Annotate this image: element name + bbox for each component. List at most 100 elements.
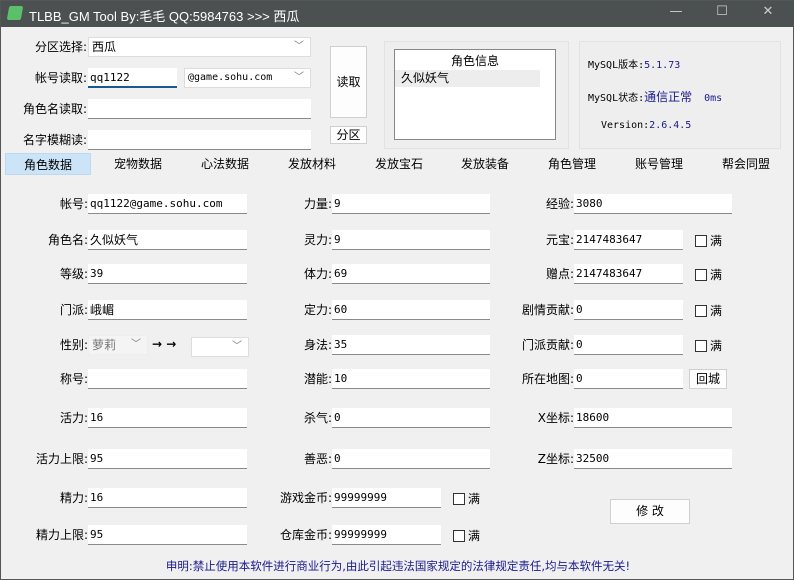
chevron-down-icon: ﹀ [131,339,141,350]
field-label: 活力上限: [35,452,88,466]
tab-4[interactable]: 发放宝石 [356,153,442,175]
field-input[interactable]: 95 [88,525,247,545]
checkbox-label: 满 [468,492,481,506]
field-input[interactable]: 久似妖气 [88,230,247,250]
full-checkbox[interactable]: 满 [695,234,722,248]
field-input[interactable]: 18600 [574,408,732,428]
checkbox-box[interactable] [695,340,707,352]
field-label: 游戏金币: [279,491,332,505]
full-checkbox[interactable]: 满 [695,339,722,353]
field-label: 等级: [59,267,88,281]
field-input[interactable]: qq1122@game.sohu.com [88,194,247,214]
field-label: 赠点: [545,267,574,281]
field-label: 精力上限: [35,528,88,542]
chevron-down-icon: ﹀ [294,41,304,52]
tab-8[interactable]: 帮会同盟 [703,153,789,175]
title-bar: TLBB_GM Tool By:毛毛 QQ:5984763 >>> 西瓜 — ☐… [1,1,794,27]
app-logo-icon [6,6,24,20]
field-input[interactable]: 39 [88,264,247,284]
arrow-icon: → → [152,337,177,351]
account-input[interactable]: qq1122 [88,68,177,88]
tab-6[interactable]: 角色管理 [529,153,615,175]
zone-select[interactable]: 西瓜 ﹀ [88,37,311,57]
domain-select[interactable]: @game.sohu.com ﹀ [184,68,311,88]
field-label: 称号: [59,372,88,386]
field-input[interactable]: 2147483647 [574,264,683,284]
zone-button[interactable]: 分区 [330,126,367,144]
field-label: 剧情贡献: [521,303,574,317]
return-city-button[interactable]: 回城 [689,369,727,389]
field-input[interactable]: 0 [332,408,490,428]
tab-2[interactable]: 心法数据 [182,153,268,175]
tab-0[interactable]: 角色数据 [5,153,91,175]
disclaimer-text: 申明:禁止使用本软件进行商业行为,由此引起违法国家规定的法律规定责任,均与本软件… [165,559,631,573]
field-label: 定力: [303,303,332,317]
field-label: 灵力: [303,233,332,247]
tab-5[interactable]: 发放装备 [442,153,528,175]
mysql-status-label: MySQL状态: [588,93,645,104]
new-gender-select[interactable]: ﹀ [191,337,249,357]
modify-button[interactable]: 修 改 [610,499,690,524]
role-list[interactable]: 角色信息 久似妖气 [394,49,556,140]
tab-7[interactable]: 账号管理 [616,153,702,175]
mysql-ping: 0ms [704,93,723,104]
checkbox-box[interactable] [695,305,707,317]
role-list-item[interactable]: 久似妖气 [395,70,540,87]
field-label: 体力: [303,267,332,281]
field-label: 仓库金币: [279,528,332,542]
field-input[interactable]: 99999999 [332,525,441,545]
field-input[interactable]: 32500 [574,449,732,469]
field-input[interactable]: 9 [332,194,490,214]
full-checkbox[interactable]: 满 [695,268,722,282]
field-input[interactable]: 16 [88,488,247,508]
mysql-version-label: MySQL版本: [588,60,645,71]
field-input[interactable]: 95 [88,449,247,469]
tab-1[interactable]: 宠物数据 [95,153,181,175]
checkbox-box[interactable] [453,493,465,505]
field-label: Z坐标: [537,452,574,466]
field-input[interactable]: 0 [574,335,683,355]
full-checkbox[interactable]: 满 [695,304,722,318]
field-label: 身法: [303,338,332,352]
field-input[interactable]: 3080 [574,194,732,214]
field-label: 杀气: [303,411,332,425]
chevron-down-icon: ﹀ [294,72,304,83]
fuzzy-name-input[interactable] [88,130,311,150]
field-label: 精力: [59,491,88,505]
gender-value: 萝莉 [92,338,117,352]
field-label: 帐号: [59,197,88,211]
close-button[interactable]: ✕ [753,4,783,24]
checkbox-label: 满 [710,234,723,248]
field-input[interactable]: 60 [332,300,490,320]
field-input[interactable]: 0 [574,369,683,389]
window-title: TLBB_GM Tool By:毛毛 QQ:5984763 >>> 西瓜 [29,9,300,24]
full-checkbox[interactable]: 满 [453,529,480,543]
checkbox-label: 满 [710,268,723,282]
field-input[interactable]: 35 [332,335,490,355]
field-input[interactable]: 0 [574,300,683,320]
field-input[interactable]: 10 [332,369,490,389]
read-button[interactable]: 读取 [330,46,367,118]
checkbox-box[interactable] [695,269,707,281]
checkbox-box[interactable] [453,530,465,542]
field-input[interactable]: 69 [332,264,490,284]
field-input[interactable] [88,369,247,389]
fuzzy-label: 名字模糊读: [22,133,87,147]
field-input[interactable]: 99999999 [332,488,441,508]
minimize-button[interactable]: — [661,4,691,24]
maximize-button[interactable]: ☐ [707,4,737,24]
account-label: 帐号读取: [34,71,87,85]
field-label: 经验: [545,197,574,211]
field-input[interactable]: 0 [332,449,490,469]
field-input[interactable]: 16 [88,408,247,428]
field-input[interactable]: 峨嵋 [88,300,247,320]
full-checkbox[interactable]: 满 [453,492,480,506]
gender-select[interactable]: 萝莉 ﹀ [88,335,148,355]
mysql-version: 5.1.73 [644,60,681,71]
checkbox-box[interactable] [695,235,707,247]
tab-3[interactable]: 发放材料 [269,153,355,175]
field-input[interactable]: 9 [332,230,490,250]
field-input[interactable]: 2147483647 [574,230,683,250]
chevron-down-icon: ﹀ [232,341,242,352]
rolename-input[interactable] [88,99,311,119]
